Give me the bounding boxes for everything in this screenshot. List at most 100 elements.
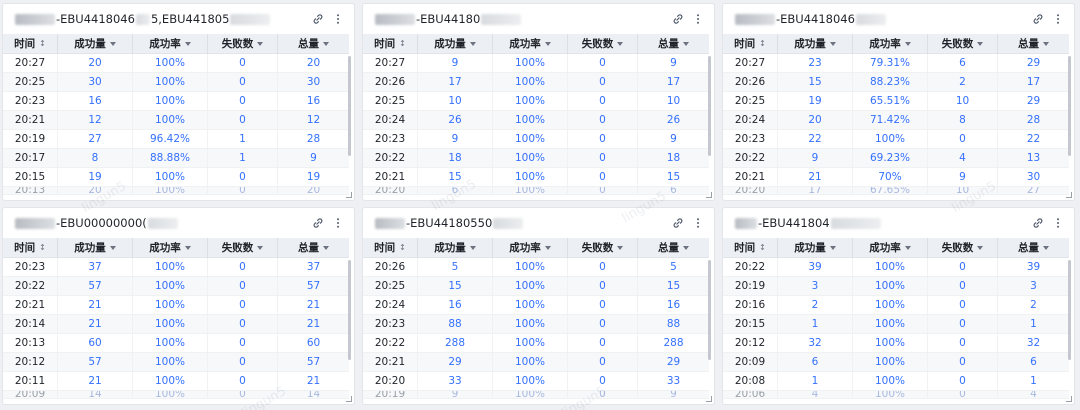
- vertical-scrollbar[interactable]: [348, 56, 351, 156]
- table-row[interactable]: 20:19 3 100% 0 3: [723, 276, 1069, 296]
- column-header-success-count[interactable]: 成功量: [778, 33, 853, 54]
- vertical-scrollbar[interactable]: [1068, 260, 1071, 360]
- table-row[interactable]: 20:24 20 71.42% 8 28: [723, 110, 1069, 130]
- table-row[interactable]: 20:25 15 100% 0 15: [363, 276, 709, 296]
- column-header-success-count[interactable]: 成功量: [58, 237, 133, 258]
- table-row[interactable]: 20:14 21 100% 0 21: [3, 314, 349, 334]
- table-row[interactable]: 20:22 57 100% 0 57: [3, 276, 349, 296]
- caret-down-icon[interactable]: [904, 245, 911, 250]
- column-header-total[interactable]: 总量: [998, 34, 1069, 54]
- table-row[interactable]: 20:13 20 100% 0 20: [3, 187, 349, 195]
- vertical-scrollbar[interactable]: [348, 260, 351, 360]
- vertical-scrollbar[interactable]: [708, 56, 711, 156]
- column-header-time[interactable]: 时间 ↕: [363, 33, 418, 54]
- column-header-fail-count[interactable]: 失败数: [208, 237, 278, 258]
- table-row[interactable]: 20:16 2 100% 0 2: [723, 295, 1069, 315]
- table-row[interactable]: 20:27 9 100% 0 9: [363, 53, 709, 73]
- table-row[interactable]: 20:19 27 96.42% 1 28: [3, 129, 349, 149]
- column-header-success-rate[interactable]: 成功率: [853, 33, 928, 54]
- table-row[interactable]: 20:15 1 100% 0 1: [723, 314, 1069, 334]
- table-row[interactable]: 20:20 6 100% 0 6: [363, 187, 709, 195]
- sort-icon[interactable]: ↕: [39, 39, 46, 48]
- column-header-success-rate[interactable]: 成功率: [493, 33, 568, 54]
- table-row[interactable]: 20:23 22 100% 0 22: [723, 129, 1069, 149]
- resize-handle-icon[interactable]: [1066, 396, 1072, 402]
- table-row[interactable]: 20:25 30 100% 0 30: [3, 72, 349, 92]
- table-row[interactable]: 20:08 1 100% 0 1: [723, 371, 1069, 391]
- table-row[interactable]: 20:09 14 100% 0 14: [3, 391, 349, 399]
- column-header-success-rate[interactable]: 成功率: [133, 33, 208, 54]
- table-row[interactable]: 20:21 29 100% 0 29: [363, 352, 709, 372]
- table-row[interactable]: 20:22 288 100% 0 288: [363, 333, 709, 353]
- column-header-fail-count[interactable]: 失败数: [208, 33, 278, 54]
- caret-down-icon[interactable]: [109, 245, 116, 250]
- table-row[interactable]: 20:09 6 100% 0 6: [723, 352, 1069, 372]
- table-row[interactable]: 20:26 17 100% 0 17: [363, 72, 709, 92]
- vertical-scrollbar[interactable]: [1068, 56, 1071, 156]
- resize-handle-icon[interactable]: [1066, 192, 1072, 198]
- column-header-success-rate[interactable]: 成功率: [133, 237, 208, 258]
- sort-icon[interactable]: ↕: [399, 243, 406, 252]
- table-row[interactable]: 20:24 16 100% 0 16: [363, 295, 709, 315]
- caret-down-icon[interactable]: [977, 41, 984, 46]
- sort-icon[interactable]: ↕: [39, 243, 46, 252]
- column-header-time[interactable]: 时间 ↕: [363, 237, 418, 258]
- caret-down-icon[interactable]: [829, 41, 836, 46]
- column-header-time[interactable]: 时间 ↕: [3, 33, 58, 54]
- table-row[interactable]: 20:17 8 88.88% 1 9: [3, 148, 349, 168]
- table-row[interactable]: 20:22 18 100% 0 18: [363, 148, 709, 168]
- caret-down-icon[interactable]: [469, 245, 476, 250]
- sort-icon[interactable]: ↕: [399, 39, 406, 48]
- column-header-total[interactable]: 总量: [278, 238, 349, 258]
- caret-down-icon[interactable]: [544, 41, 551, 46]
- column-header-time[interactable]: 时间 ↕: [723, 237, 778, 258]
- caret-down-icon[interactable]: [683, 41, 689, 46]
- table-row[interactable]: 20:27 23 79.31% 6 29: [723, 53, 1069, 73]
- table-row[interactable]: 20:21 21 100% 0 21: [3, 295, 349, 315]
- more-vertical-icon[interactable]: [330, 215, 346, 231]
- column-header-success-count[interactable]: 成功量: [58, 33, 133, 54]
- table-row[interactable]: 20:23 16 100% 0 16: [3, 91, 349, 111]
- table-row[interactable]: 20:11 21 100% 0 21: [3, 371, 349, 391]
- link-icon[interactable]: [670, 215, 686, 231]
- table-row[interactable]: 20:22 39 100% 0 39: [723, 257, 1069, 277]
- table-row[interactable]: 20:22 9 69.23% 4 13: [723, 148, 1069, 168]
- column-header-total[interactable]: 总量: [638, 238, 709, 258]
- resize-handle-icon[interactable]: [346, 396, 352, 402]
- table-row[interactable]: 20:26 5 100% 0 5: [363, 257, 709, 277]
- table-row[interactable]: 20:15 19 100% 0 19: [3, 167, 349, 187]
- table-row[interactable]: 20:13 60 100% 0 60: [3, 333, 349, 353]
- vertical-scrollbar[interactable]: [708, 260, 711, 360]
- link-icon[interactable]: [670, 11, 686, 27]
- resize-handle-icon[interactable]: [346, 192, 352, 198]
- caret-down-icon[interactable]: [1043, 41, 1049, 46]
- caret-down-icon[interactable]: [617, 245, 624, 250]
- column-header-fail-count[interactable]: 失败数: [568, 33, 638, 54]
- caret-down-icon[interactable]: [109, 41, 116, 46]
- caret-down-icon[interactable]: [977, 245, 984, 250]
- column-header-total[interactable]: 总量: [998, 238, 1069, 258]
- more-vertical-icon[interactable]: [330, 11, 346, 27]
- column-header-success-count[interactable]: 成功量: [418, 237, 493, 258]
- table-row[interactable]: 20:26 15 88.23% 2 17: [723, 72, 1069, 92]
- caret-down-icon[interactable]: [617, 41, 624, 46]
- caret-down-icon[interactable]: [829, 245, 836, 250]
- column-header-success-rate[interactable]: 成功率: [853, 237, 928, 258]
- table-row[interactable]: 20:12 57 100% 0 57: [3, 352, 349, 372]
- caret-down-icon[interactable]: [1043, 245, 1049, 250]
- column-header-success-rate[interactable]: 成功率: [493, 237, 568, 258]
- table-row[interactable]: 20:20 33 100% 0 33: [363, 371, 709, 391]
- table-row[interactable]: 20:25 19 65.51% 10 29: [723, 91, 1069, 111]
- table-row[interactable]: 20:24 26 100% 0 26: [363, 110, 709, 130]
- caret-down-icon[interactable]: [683, 245, 689, 250]
- caret-down-icon[interactable]: [323, 41, 329, 46]
- more-vertical-icon[interactable]: [1050, 11, 1066, 27]
- caret-down-icon[interactable]: [184, 41, 191, 46]
- link-icon[interactable]: [310, 11, 326, 27]
- caret-down-icon[interactable]: [323, 245, 329, 250]
- sort-icon[interactable]: ↕: [759, 39, 766, 48]
- column-header-fail-count[interactable]: 失败数: [928, 237, 998, 258]
- column-header-time[interactable]: 时间 ↕: [723, 33, 778, 54]
- more-vertical-icon[interactable]: [690, 11, 706, 27]
- resize-handle-icon[interactable]: [706, 192, 712, 198]
